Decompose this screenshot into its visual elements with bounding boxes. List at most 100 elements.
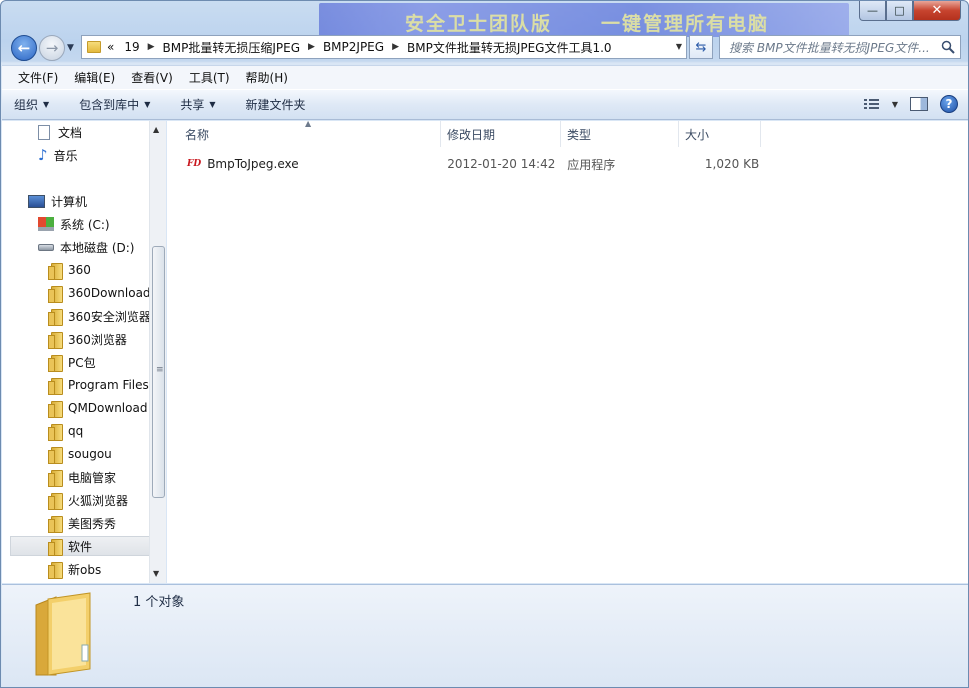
view-dropdown-icon[interactable]: ▼ — [892, 100, 898, 109]
menu-file[interactable]: 文件(F) — [10, 67, 66, 88]
chevron-right-icon[interactable]: ▶ — [308, 42, 315, 52]
minimize-button[interactable]: — — [859, 1, 886, 21]
menu-bar: 文件(F) 编辑(E) 查看(V) 工具(T) 帮助(H) — [2, 65, 968, 89]
menu-help[interactable]: 帮助(H) — [238, 67, 296, 88]
breadcrumb-overflow[interactable]: « — [107, 40, 114, 54]
grip-icon: ≡ — [156, 365, 164, 375]
table-row[interactable]: FD BmpToJpeg.exe 2012-01-20 14:42 应用程序 1… — [167, 154, 767, 174]
menu-tools[interactable]: 工具(T) — [181, 67, 238, 88]
menu-view[interactable]: 查看(V) — [123, 67, 181, 88]
explorer-window: 安全卫士团队版 一键管理所有电脑 — □ ✕ ← → ▼ « 19 ▶ BMP批… — [0, 0, 969, 688]
nav-item-music[interactable]: ♪ 音乐 — [38, 145, 78, 165]
preview-pane-icon[interactable] — [910, 97, 928, 111]
view-options-icon[interactable] — [863, 97, 880, 111]
nav-folder-item[interactable]: PC包 — [48, 352, 96, 372]
nav-folder-label: 360浏览器 — [68, 332, 127, 347]
folder-icon — [87, 41, 101, 53]
share-button[interactable]: 共享 ▼ — [180, 96, 215, 113]
nav-folder-item[interactable]: qq — [48, 421, 83, 441]
nav-folder-item[interactable]: 美图秀秀 — [48, 513, 116, 533]
chevron-right-icon[interactable]: ▶ — [148, 42, 155, 52]
nav-folder-item[interactable]: 360安全浏览器 — [48, 306, 151, 326]
recent-pages-dropdown[interactable]: ▼ — [67, 43, 74, 53]
column-label: 修改日期 — [447, 127, 496, 142]
command-bar: 组织 ▼ 包含到库中 ▼ 共享 ▼ 新建文件夹 ▼ ? — [2, 89, 968, 120]
close-button[interactable]: ✕ — [913, 1, 961, 21]
column-label: 大小 — [685, 127, 710, 142]
nav-folder-item[interactable]: Program Files — [48, 375, 149, 395]
chevron-right-icon[interactable]: ▶ — [392, 42, 399, 52]
column-header-modified[interactable]: 修改日期 — [439, 121, 561, 147]
chevron-down-icon: ▼ — [144, 100, 151, 109]
app-icon: FD — [187, 159, 202, 169]
scroll-up-icon[interactable]: ▲ — [153, 125, 159, 134]
forward-button[interactable]: → — [39, 35, 65, 61]
nav-label: 系统 (C:) — [60, 217, 110, 232]
folder-icon — [48, 262, 63, 280]
folder-icon — [48, 538, 63, 556]
nav-label: 音乐 — [53, 148, 78, 163]
folder-icon — [35, 592, 91, 676]
folder-icon — [48, 331, 63, 349]
nav-folder-item[interactable]: 360Downloads — [48, 283, 157, 303]
nav-folder-label: 360安全浏览器 — [68, 309, 151, 324]
scroll-down-icon[interactable]: ▼ — [153, 569, 159, 578]
breadcrumb-item[interactable]: BMP批量转无损压缩JPEG — [163, 39, 300, 56]
file-size: 1,020 KB — [704, 157, 760, 171]
nav-folder-item[interactable]: QMDownload — [48, 398, 147, 418]
nav-item-drive-c[interactable]: 系统 (C:) — [38, 214, 110, 234]
scroll-thumb[interactable]: ≡ — [152, 246, 165, 498]
nav-item-drive-d[interactable]: 本地磁盘 (D:) — [38, 237, 134, 257]
nav-item-computer[interactable]: 计算机 — [28, 191, 87, 211]
nav-folder-item-selected[interactable]: 软件 — [10, 536, 150, 556]
include-library-label: 包含到库中 — [79, 98, 140, 112]
nav-folder-label: Program Files — [68, 378, 149, 392]
breadcrumb-item[interactable]: BMP2JPEG — [323, 40, 384, 54]
nav-scrollbar[interactable]: ▲ ≡ ▼ — [149, 121, 166, 583]
nav-folder-item[interactable]: sougou — [48, 444, 112, 464]
nav-folder-item[interactable]: 360 — [48, 260, 91, 280]
maximize-button[interactable]: □ — [886, 1, 913, 21]
help-icon[interactable]: ? — [940, 95, 958, 113]
folder-icon — [48, 308, 63, 326]
nav-folder-item[interactable]: 电脑管家 — [48, 467, 116, 487]
nav-item-documents[interactable]: 文档 — [38, 122, 82, 142]
details-pane: 1 个对象 — [2, 584, 968, 687]
refresh-button[interactable]: ⇆ — [689, 35, 713, 59]
share-label: 共享 — [180, 98, 205, 112]
menu-edit[interactable]: 编辑(E) — [66, 67, 123, 88]
organize-button[interactable]: 组织 ▼ — [14, 96, 49, 113]
nav-label: 本地磁盘 (D:) — [60, 240, 135, 255]
item-count: 1 个对象 — [133, 595, 185, 610]
chevron-down-icon: ▼ — [209, 100, 216, 109]
search-placeholder: 搜索 BMP文件批量转无损JPEG文件... — [729, 40, 930, 55]
nav-folder-item[interactable]: 新obs — [48, 559, 101, 579]
include-in-library-button[interactable]: 包含到库中 ▼ — [79, 96, 150, 113]
folder-icon — [48, 469, 63, 487]
windows-drive-icon — [38, 217, 54, 231]
search-input[interactable]: 搜索 BMP文件批量转无损JPEG文件... — [719, 35, 961, 59]
address-dropdown-icon[interactable]: ▼ — [676, 42, 682, 51]
arrow-left-icon: ← — [17, 39, 31, 57]
back-button[interactable]: ← — [11, 35, 37, 61]
nav-folder-item[interactable]: 火狐浏览器 — [48, 490, 128, 510]
column-header-name[interactable]: 名称 — [177, 121, 441, 147]
nav-folder-item[interactable]: 360浏览器 — [48, 329, 127, 349]
address-bar[interactable]: « 19 ▶ BMP批量转无损压缩JPEG ▶ BMP2JPEG ▶ BMP文件… — [81, 35, 687, 59]
folder-icon — [48, 561, 63, 579]
file-type: 应用程序 — [567, 157, 616, 172]
new-folder-button[interactable]: 新建文件夹 — [246, 96, 306, 113]
column-header-type[interactable]: 类型 — [559, 121, 679, 147]
nav-folder-label: sougou — [68, 447, 112, 461]
title-banner-left: 安全卫士团队版 — [405, 13, 553, 35]
nav-label: 计算机 — [51, 194, 88, 209]
title-banner: 安全卫士团队版 一键管理所有电脑 — [319, 3, 849, 37]
nav-folder-label: PC包 — [68, 355, 96, 370]
folder-icon — [48, 515, 63, 533]
title-banner-right: 一键管理所有电脑 — [601, 13, 770, 35]
breadcrumb-item[interactable]: 19 — [124, 40, 139, 54]
folder-icon — [48, 354, 63, 372]
breadcrumb-item[interactable]: BMP文件批量转无损JPEG文件工具1.0 — [407, 39, 612, 56]
column-header-size[interactable]: 大小 — [677, 121, 761, 147]
nav-folder-label: 软件 — [68, 539, 93, 554]
